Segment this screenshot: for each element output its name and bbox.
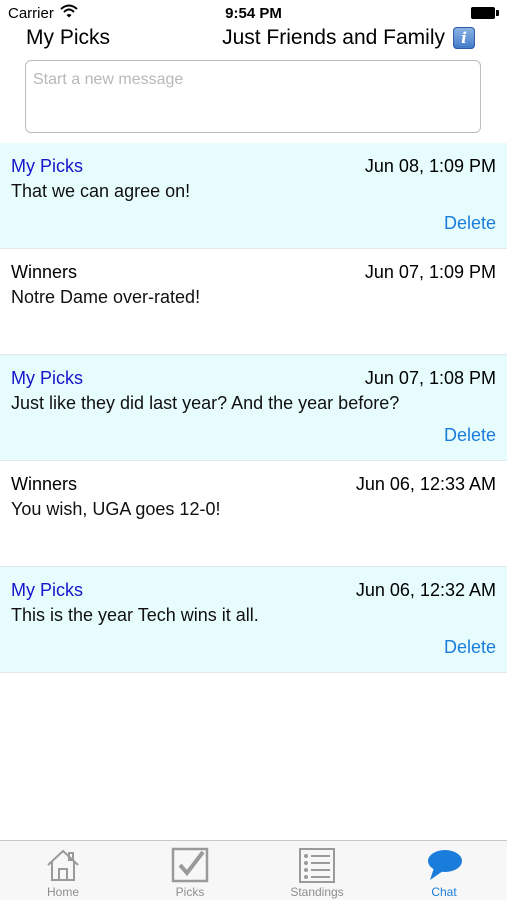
info-icon[interactable]: i [453,27,475,49]
message-list: My Picks Jun 08, 1:09 PM That we can agr… [0,143,507,673]
message-text: This is the year Tech wins it all. [11,605,259,625]
tab-picks[interactable]: Picks [127,841,253,901]
clock: 9:54 PM [225,5,282,22]
message-row: My Picks Jun 07, 1:08 PM Just like they … [0,355,507,461]
message-date: Jun 06, 12:32 AM [355,580,496,600]
message-text: That we can agree on! [11,181,191,201]
message-date: Jun 08, 1:09 PM [364,156,496,176]
message-sender: Winners [11,474,78,494]
group-name[interactable]: Just Friends and Family [222,26,445,50]
message-row: My Picks Jun 08, 1:09 PM That we can agr… [0,143,507,249]
battery-icon [471,7,499,19]
message-sender: Winners [11,262,78,282]
chat-bubble-icon [428,850,462,880]
message-row: Winners Jun 06, 12:33 AM You wish, UGA g… [0,461,507,567]
message-date: Jun 07, 1:09 PM [364,262,496,282]
home-icon [47,849,79,881]
header: My Picks Just Friends and Family i [0,26,507,56]
tab-label: Chat [431,885,457,899]
status-bar: Carrier 9:54 PM [0,0,507,26]
checkbox-icon [171,847,209,883]
delete-button[interactable]: Delete [444,637,496,658]
page-title[interactable]: My Picks [26,26,110,50]
tab-chat[interactable]: Chat [381,841,507,901]
message-date: Jun 07, 1:08 PM [364,368,496,388]
list-icon [299,848,335,883]
message-sender: My Picks [11,580,83,600]
message-text: You wish, UGA goes 12-0! [11,499,221,519]
message-text: Just like they did last year? And the ye… [11,393,400,413]
delete-button[interactable]: Delete [444,425,496,446]
message-sender: My Picks [11,368,83,388]
tab-label: Standings [290,885,344,899]
tab-home[interactable]: Home [0,841,126,901]
tab-bar: Home Picks Standings Chat [0,840,507,900]
tab-label: Home [46,885,79,899]
message-row: My Picks Jun 06, 12:32 AM This is the ye… [0,567,507,673]
tab-label: Picks [175,885,205,899]
tab-standings[interactable]: Standings [254,841,380,901]
message-sender: My Picks [11,156,83,176]
message-row: Winners Jun 07, 1:09 PM Notre Dame over-… [0,249,507,355]
delete-button[interactable]: Delete [444,213,496,234]
message-date: Jun 06, 12:33 AM [355,474,496,494]
new-message-input[interactable]: Start a new message [25,60,481,133]
message-text: Notre Dame over-rated! [11,287,201,307]
